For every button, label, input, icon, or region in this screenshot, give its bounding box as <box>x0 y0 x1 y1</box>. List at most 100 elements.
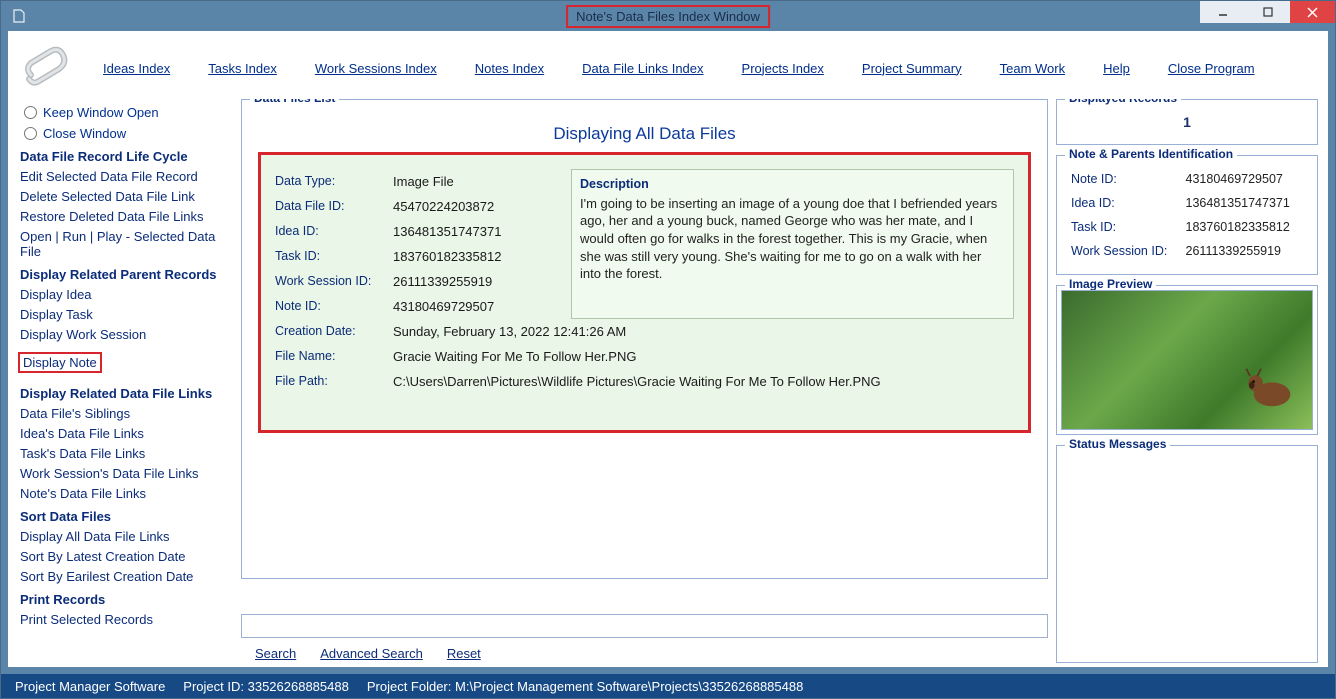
nav-sort-earliest[interactable]: Sort By Earilest Creation Date <box>20 569 233 584</box>
detail-card[interactable]: Data Type: Image File Description I'm go… <box>258 152 1031 433</box>
advanced-search-link[interactable]: Advanced Search <box>320 646 423 661</box>
status-project-id: Project ID: 33526268885488 <box>183 679 349 694</box>
nav-sort-latest[interactable]: Sort By Latest Creation Date <box>20 549 233 564</box>
window-title: Note's Data Files Index Window <box>576 9 760 24</box>
val-file-name: Gracie Waiting For Me To Follow Her.PNG <box>393 344 1014 369</box>
nav-worksession-links[interactable]: Work Session's Data File Links <box>20 466 233 481</box>
val-idea-id: 136481351747371 <box>393 219 563 244</box>
nav-ideas-links[interactable]: Idea's Data File Links <box>20 426 233 441</box>
nav-edit-record[interactable]: Edit Selected Data File Record <box>20 169 233 184</box>
minimize-button[interactable] <box>1200 1 1245 23</box>
ids-row-note: Note ID:43180469729507 <box>1069 168 1305 190</box>
val-data-type: Image File <box>393 169 563 194</box>
center-panel: Data Files List Displaying All Data File… <box>241 99 1048 663</box>
val-file-path: C:\Users\Darren\Pictures\Wildlife Pictur… <box>393 369 1014 394</box>
image-preview[interactable] <box>1061 290 1313 430</box>
status-app-name: Project Manager Software <box>15 679 165 694</box>
menu-ideas-index[interactable]: Ideas Index <box>103 61 170 76</box>
val-work-session-id: 26111339255919 <box>393 269 563 294</box>
nav-display-note[interactable]: Display Note <box>18 352 102 373</box>
nav-siblings[interactable]: Data File's Siblings <box>20 406 233 421</box>
close-button[interactable] <box>1290 1 1335 23</box>
maximize-button[interactable] <box>1245 1 1290 23</box>
menu-data-file-links-index[interactable]: Data File Links Index <box>582 61 703 76</box>
reset-link[interactable]: Reset <box>447 646 481 661</box>
status-messages-fieldset: Status Messages <box>1056 445 1318 663</box>
nav-notes-links[interactable]: Note's Data File Links <box>20 486 233 501</box>
lbl-description: Description <box>580 176 1005 193</box>
status-messages-legend: Status Messages <box>1065 437 1170 451</box>
lbl-idea-id: Idea ID: <box>275 219 385 244</box>
ids-legend: Note & Parents Identification <box>1065 147 1237 161</box>
paperclip-icon <box>18 43 73 93</box>
nav-display-all-links[interactable]: Display All Data File Links <box>20 529 233 544</box>
description-box: Description I'm going to be inserting an… <box>571 169 1014 319</box>
menu-work-sessions-index[interactable]: Work Sessions Index <box>315 61 437 76</box>
search-link[interactable]: Search <box>255 646 296 661</box>
displayed-records-fieldset: Displayed Records 1 <box>1056 99 1318 145</box>
ids-row-ws: Work Session ID:26111339255919 <box>1069 240 1305 262</box>
status-project-folder: Project Folder: M:\Project Management So… <box>367 679 804 694</box>
lbl-data-file-id: Data File ID: <box>275 194 385 219</box>
nav-display-task[interactable]: Display Task <box>20 307 233 322</box>
statusbar: Project Manager Software Project ID: 335… <box>1 674 1335 698</box>
app-icon <box>9 6 29 26</box>
displayed-records-legend: Displayed Records <box>1065 99 1181 105</box>
nav-group-parent: Display Related Parent Records <box>20 267 233 282</box>
nav-open-run-play[interactable]: Open | Run | Play - Selected Data File <box>20 229 233 259</box>
image-preview-fieldset: Image Preview <box>1056 285 1318 435</box>
search-input[interactable] <box>241 614 1048 638</box>
center-heading: Displaying All Data Files <box>252 124 1037 144</box>
menu-team-work[interactable]: Team Work <box>1000 61 1066 76</box>
nav-tasks-links[interactable]: Task's Data File Links <box>20 446 233 461</box>
nav-restore-links[interactable]: Restore Deleted Data File Links <box>20 209 233 224</box>
nav-group-sort: Sort Data Files <box>20 509 233 524</box>
ids-row-idea: Idea ID:136481351747371 <box>1069 192 1305 214</box>
lbl-note-id: Note ID: <box>275 294 385 319</box>
nav-display-idea[interactable]: Display Idea <box>20 287 233 302</box>
top-menu: Ideas Index Tasks Index Work Sessions In… <box>8 31 1328 99</box>
lbl-file-path: File Path: <box>275 369 385 394</box>
radio-keep-label: Keep Window Open <box>43 105 159 120</box>
menu-notes-index[interactable]: Notes Index <box>475 61 544 76</box>
menu-projects-index[interactable]: Projects Index <box>742 61 824 76</box>
window-controls <box>1200 1 1335 23</box>
lbl-file-name: File Name: <box>275 344 385 369</box>
nav-group-lifecycle: Data File Record Life Cycle <box>20 149 233 164</box>
lbl-creation-date: Creation Date: <box>275 319 385 344</box>
search-bar: Search Advanced Search Reset <box>241 614 1048 663</box>
ids-fieldset: Note & Parents Identification Note ID:43… <box>1056 155 1318 275</box>
menu-project-summary[interactable]: Project Summary <box>862 61 962 76</box>
deer-icon <box>1239 363 1294 411</box>
val-data-file-id: 45470224203872 <box>393 194 563 219</box>
nav-print-selected[interactable]: Print Selected Records <box>20 612 233 627</box>
menu-help[interactable]: Help <box>1103 61 1130 76</box>
nav-group-related-links: Display Related Data File Links <box>20 386 233 401</box>
nav-group-print: Print Records <box>20 592 233 607</box>
radio-close-window[interactable]: Close Window <box>24 126 233 141</box>
val-task-id: 183760182335812 <box>393 244 563 269</box>
window-title-highlight: Note's Data Files Index Window <box>566 5 770 28</box>
left-nav: Keep Window Open Close Window Data File … <box>18 99 233 663</box>
client-area: Ideas Index Tasks Index Work Sessions In… <box>8 31 1328 667</box>
val-note-id: 43180469729507 <box>393 294 563 319</box>
radio-keep-window-open[interactable]: Keep Window Open <box>24 105 233 120</box>
data-files-list-legend: Data Files List <box>250 99 339 105</box>
titlebar: Note's Data Files Index Window <box>1 1 1335 31</box>
menu-close-program[interactable]: Close Program <box>1168 61 1255 76</box>
lbl-data-type: Data Type: <box>275 169 385 194</box>
lbl-task-id: Task ID: <box>275 244 385 269</box>
displayed-records-count: 1 <box>1067 110 1307 134</box>
radio-close-label: Close Window <box>43 126 126 141</box>
data-files-list-fieldset: Data Files List Displaying All Data File… <box>241 99 1048 579</box>
val-creation-date: Sunday, February 13, 2022 12:41:26 AM <box>393 319 1014 344</box>
lbl-work-session-id: Work Session ID: <box>275 269 385 294</box>
app-window: Note's Data Files Index Window Ide <box>0 0 1336 699</box>
right-column: Displayed Records 1 Note & Parents Ident… <box>1056 99 1318 663</box>
nav-delete-link[interactable]: Delete Selected Data File Link <box>20 189 233 204</box>
image-preview-legend: Image Preview <box>1065 277 1156 291</box>
nav-display-work-session[interactable]: Display Work Session <box>20 327 233 342</box>
menu-tasks-index[interactable]: Tasks Index <box>208 61 277 76</box>
val-description: I'm going to be inserting an image of a … <box>580 195 1005 283</box>
ids-row-task: Task ID:183760182335812 <box>1069 216 1305 238</box>
